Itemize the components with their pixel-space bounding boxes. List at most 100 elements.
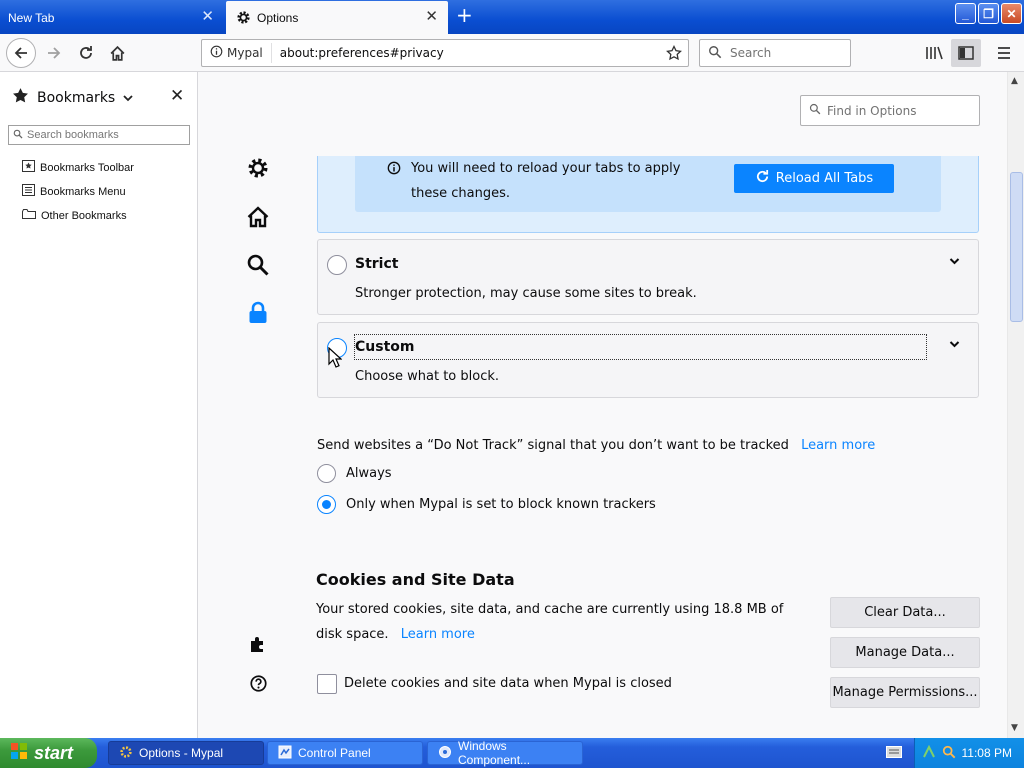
sidebar-item-label: Other Bookmarks (41, 209, 127, 222)
reload-notice-text: You will need to reload your tabs to app… (411, 161, 681, 201)
site-identity[interactable]: Mypal (202, 43, 272, 63)
taskbar-item-mypal[interactable]: Options - Mypal (108, 741, 264, 765)
url-bar[interactable]: Mypal about:preferences#privacy (201, 39, 689, 67)
tab-new-tab[interactable]: New Tab ✕ (0, 1, 224, 34)
window-close-button[interactable]: ✕ (1001, 3, 1022, 24)
reload-button[interactable] (72, 39, 100, 67)
search-bar[interactable]: Search (699, 39, 851, 67)
reload-all-tabs-button[interactable]: Reload All Tabs (734, 164, 894, 193)
taskbar-item-control-panel[interactable]: Control Panel (267, 741, 423, 765)
category-addons[interactable] (246, 632, 270, 656)
category-home[interactable] (246, 205, 270, 229)
tab-options[interactable]: Options ✕ (226, 1, 448, 34)
forward-button[interactable] (40, 39, 68, 67)
cookies-usage-text: Your stored cookies, site data, and cach… (316, 602, 784, 642)
toolbar-icon (22, 160, 35, 175)
maximize-button[interactable]: ❐ (978, 3, 999, 24)
search-icon (708, 45, 722, 62)
cookies-heading: Cookies and Site Data (316, 570, 515, 589)
hamburger-icon (998, 47, 1010, 59)
option-card-custom[interactable]: Custom Choose what to block. (317, 322, 979, 398)
category-general[interactable] (246, 156, 270, 180)
search-icon (13, 129, 23, 142)
vertical-scrollbar[interactable]: ▲ ▼ (1007, 72, 1024, 738)
search-icon[interactable] (942, 745, 956, 762)
network-icon[interactable] (922, 744, 936, 762)
delete-cookies-checkbox[interactable] (317, 674, 337, 694)
dnt-always-radio[interactable] (317, 464, 336, 483)
clock: 11:08 PM (961, 746, 1012, 760)
bookmarks-search-input[interactable]: Search bookmarks (8, 125, 190, 145)
dnt-always-option[interactable]: Always (317, 464, 392, 483)
sidebar-close-icon[interactable]: ✕ (170, 86, 184, 106)
keyboard-icon[interactable] (886, 746, 902, 762)
content-blocking-panel: You will need to reload your tabs to app… (317, 156, 979, 233)
tab-label: New Tab (8, 10, 55, 25)
components-icon (438, 745, 452, 762)
new-tab-plus-icon[interactable]: + (456, 5, 473, 25)
taskbar-item-windows-component[interactable]: Windows Component... (427, 739, 583, 767)
focus-ring (354, 334, 927, 360)
reload-icon (80, 46, 92, 59)
dnt-learn-more-link[interactable]: Learn more (801, 438, 875, 453)
sidebar-header[interactable]: Bookmarks (12, 87, 133, 108)
do-not-track-text: Send websites a “Do Not Track” signal th… (317, 438, 875, 453)
dnt-trackers-radio[interactable] (317, 495, 336, 514)
chevron-down-icon (123, 90, 133, 106)
scroll-up-icon[interactable]: ▲ (1011, 76, 1018, 86)
help-icon (249, 674, 267, 692)
sidebar-toggle-button[interactable] (951, 39, 981, 67)
strict-label: Strict (355, 256, 399, 272)
find-in-options-input[interactable]: Find in Options (800, 95, 980, 126)
taskbar-item-label: Windows Component... (458, 739, 531, 767)
scroll-down-icon[interactable]: ▼ (1011, 723, 1018, 733)
sidebar-item-other-bookmarks[interactable]: Other Bookmarks (22, 208, 127, 223)
sidebar-item-bookmarks-menu[interactable]: Bookmarks Menu (22, 184, 126, 199)
manage-data-button[interactable]: Manage Data... (830, 637, 980, 668)
dnt-trackers-option[interactable]: Only when Mypal is set to block known tr… (317, 495, 656, 514)
taskbar-item-label: Options - Mypal (139, 746, 224, 760)
delete-cookies-label: Delete cookies and site data when Mypal … (344, 676, 672, 691)
info-icon (387, 161, 401, 179)
gear-icon (248, 158, 268, 178)
home-icon (110, 45, 124, 61)
option-card-strict[interactable]: Strict Stronger protection, may cause so… (317, 239, 979, 315)
clear-data-button[interactable]: Clear Data... (830, 597, 980, 628)
menu-button[interactable] (990, 39, 1018, 67)
home-button[interactable] (103, 39, 131, 67)
control-panel-icon (278, 745, 292, 762)
folder-icon (22, 208, 36, 223)
chevron-down-icon[interactable] (949, 340, 960, 351)
home-icon (247, 206, 269, 228)
close-tab-icon[interactable]: ✕ (425, 9, 438, 24)
reload-icon (755, 169, 770, 188)
windows-taskbar: start Options - Mypal Control Panel Wind… (0, 738, 1024, 768)
library-button[interactable] (920, 39, 948, 67)
strict-description: Stronger protection, may cause some site… (355, 286, 697, 301)
sidebar-item-bookmarks-toolbar[interactable]: Bookmarks Toolbar (22, 160, 134, 175)
search-icon (247, 254, 269, 276)
chevron-down-icon[interactable] (949, 257, 960, 268)
star-icon (12, 87, 29, 108)
cookies-learn-more-link[interactable]: Learn more (401, 627, 475, 642)
manage-permissions-button[interactable]: Manage Permissions... (830, 677, 980, 708)
cookies-description: Your stored cookies, site data, and cach… (316, 597, 806, 647)
start-label: start (34, 742, 74, 763)
info-icon (210, 45, 223, 61)
find-placeholder: Find in Options (827, 103, 917, 118)
bookmark-star-icon[interactable] (666, 44, 682, 64)
strict-radio[interactable] (327, 255, 347, 275)
back-button[interactable] (6, 38, 36, 68)
custom-label: Custom (355, 339, 415, 355)
start-button[interactable]: start (0, 738, 97, 768)
category-search[interactable] (246, 253, 270, 277)
tab-label: Options (257, 10, 299, 25)
minimize-button[interactable]: _ (955, 3, 976, 24)
category-privacy[interactable] (246, 301, 270, 325)
scroll-thumb[interactable] (1010, 172, 1023, 322)
reload-notice: You will need to reload your tabs to app… (355, 156, 941, 212)
close-tab-icon[interactable]: ✕ (201, 9, 214, 24)
bookmarks-search-placeholder: Search bookmarks (27, 129, 119, 141)
tab-bar: New Tab ✕ Options ✕ + _ ❐ ✕ (0, 0, 1024, 34)
category-support[interactable] (246, 671, 270, 695)
